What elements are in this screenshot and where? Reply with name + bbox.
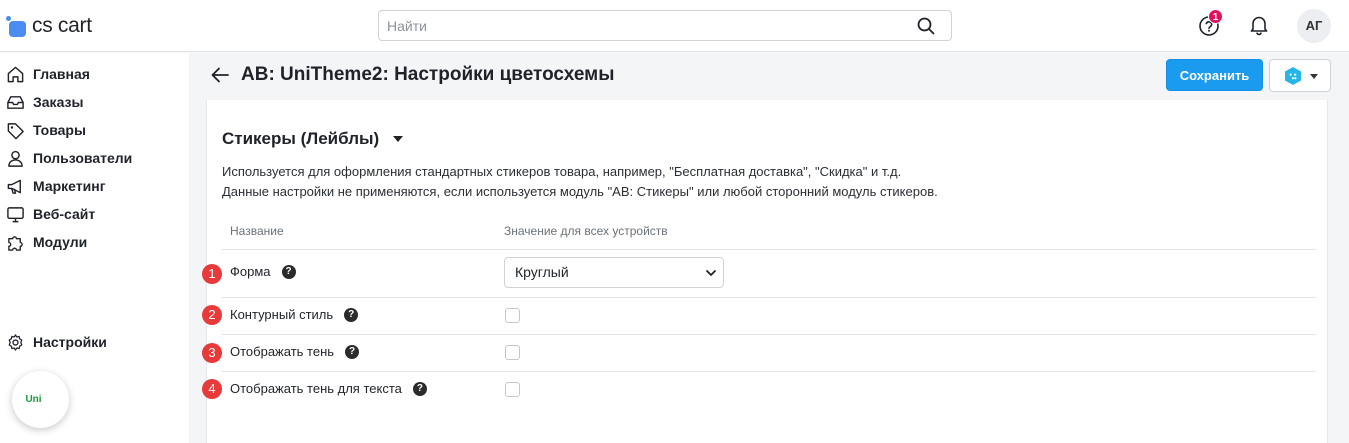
sidebar-item-products[interactable]: Товары bbox=[6, 120, 86, 140]
search-icon[interactable] bbox=[917, 17, 935, 35]
annotation-marker: 4 bbox=[202, 379, 222, 399]
divider bbox=[222, 334, 1316, 335]
setting-label-outline-style: Контурный стиль ? bbox=[230, 307, 359, 322]
sidebar-item-orders[interactable]: Заказы bbox=[6, 92, 83, 112]
section-description: Используется для оформления стандартных … bbox=[222, 164, 902, 179]
setting-label-text: Отображать тень bbox=[230, 344, 335, 359]
logo-text: cs cart bbox=[32, 14, 92, 37]
help-tooltip-icon[interactable]: ? bbox=[281, 264, 296, 279]
divider bbox=[222, 297, 1316, 298]
setting-label-text: Контурный стиль bbox=[230, 307, 334, 322]
addon-dropdown-button[interactable] bbox=[1269, 59, 1331, 92]
sidebar-item-website[interactable]: Веб-сайт bbox=[6, 204, 95, 224]
help-tooltip-icon[interactable]: ? bbox=[344, 307, 359, 322]
show-shadow-checkbox[interactable] bbox=[505, 345, 520, 360]
sidebar-item-modules[interactable]: Модули bbox=[6, 232, 87, 252]
sidebar-item-label: Веб-сайт bbox=[33, 206, 96, 222]
gear-icon bbox=[8, 333, 23, 351]
divider bbox=[222, 249, 1316, 250]
outline-style-checkbox[interactable] bbox=[505, 308, 520, 323]
top-bar: cs cart 1 АГ bbox=[0, 0, 1349, 52]
annotation-marker: 2 bbox=[202, 305, 222, 325]
caret-down-icon bbox=[393, 136, 404, 142]
page-title: AB: UniTheme2: Настройки цветосхемы bbox=[241, 64, 615, 85]
annotation-marker: 3 bbox=[202, 343, 222, 363]
unitheme-hex-icon bbox=[1285, 67, 1301, 85]
chevron-down-icon bbox=[1310, 74, 1318, 79]
inbox-icon bbox=[7, 95, 24, 109]
divider bbox=[222, 371, 1316, 372]
search-input[interactable] bbox=[379, 11, 899, 40]
sidebar-item-label: Товары bbox=[33, 122, 86, 138]
sidebar-item-label: Настройки bbox=[33, 334, 107, 350]
tag-icon bbox=[7, 122, 24, 139]
sidebar-item-label: Модули bbox=[33, 234, 88, 250]
sidebar-item-settings[interactable]: Настройки bbox=[6, 332, 107, 352]
section-title[interactable]: Стикеры (Лейблы) bbox=[222, 129, 404, 149]
sidebar-item-users[interactable]: Пользователи bbox=[6, 148, 132, 168]
bell-icon[interactable] bbox=[1249, 14, 1269, 36]
section-description: Данные настройки не применяются, если ис… bbox=[222, 184, 938, 199]
notification-badge: 1 bbox=[1208, 9, 1223, 24]
sidebar-item-label: Маркетинг bbox=[33, 178, 106, 194]
scrollbar[interactable] bbox=[1338, 53, 1349, 443]
sidebar-item-marketing[interactable]: Маркетинг bbox=[6, 176, 106, 196]
section-title-text: Стикеры (Лейблы) bbox=[222, 129, 380, 148]
sidebar-item-label: Пользователи bbox=[33, 150, 133, 166]
chevron-down-icon bbox=[706, 270, 716, 276]
setting-label-show-shadow: Отображать тень ? bbox=[230, 344, 360, 359]
sidebar-item-home[interactable]: Главная bbox=[6, 64, 90, 84]
annotation-marker: 1 bbox=[202, 264, 222, 284]
user-avatar[interactable]: АГ bbox=[1297, 9, 1331, 43]
column-header-value: Значение для всех устройств bbox=[504, 224, 668, 238]
shape-select-value: Круглый bbox=[515, 264, 569, 280]
help-tooltip-icon[interactable]: ? bbox=[412, 381, 427, 396]
search-box bbox=[378, 10, 952, 41]
settings-card: Стикеры (Лейблы) Используется для оформл… bbox=[206, 100, 1328, 443]
help-tooltip-icon[interactable]: ? bbox=[345, 344, 360, 359]
logo-icon bbox=[6, 16, 26, 37]
sidebar-item-label: Заказы bbox=[33, 94, 84, 110]
setting-label-shape: Форма ? bbox=[230, 264, 296, 279]
puzzle-icon bbox=[8, 235, 23, 251]
megaphone-icon bbox=[7, 179, 21, 194]
shape-select[interactable]: Круглый bbox=[504, 257, 724, 288]
back-arrow-icon[interactable] bbox=[210, 66, 230, 84]
column-header-name: Название bbox=[230, 224, 284, 238]
sidebar-item-label: Главная bbox=[33, 66, 90, 82]
cs-cart-logo[interactable]: cs cart bbox=[6, 13, 92, 39]
monitor-icon bbox=[7, 206, 24, 222]
setting-label-text: Отображать тень для текста bbox=[230, 381, 402, 396]
uni-widget-button[interactable]: Uni bbox=[12, 371, 69, 428]
setting-label-text: Форма bbox=[230, 264, 271, 279]
save-button[interactable]: Сохранить bbox=[1166, 59, 1263, 91]
user-icon bbox=[8, 150, 23, 167]
text-shadow-checkbox[interactable] bbox=[505, 382, 520, 397]
home-icon bbox=[7, 66, 24, 82]
setting-label-text-shadow: Отображать тень для текста ? bbox=[230, 381, 427, 396]
